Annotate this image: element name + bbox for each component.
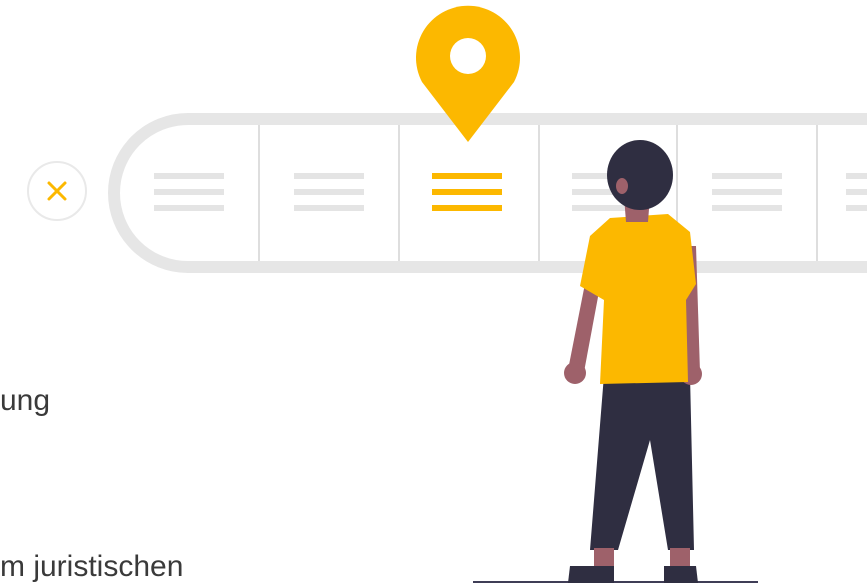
person-shoe-right: [664, 566, 698, 583]
text-fragment-juristischen: m juristischen: [0, 550, 184, 583]
close-button[interactable]: [27, 161, 87, 221]
location-selector-bar: [108, 113, 867, 273]
person-legs: [590, 375, 694, 550]
person-head: [607, 140, 673, 210]
illustration: [27, 5, 867, 583]
person-ear: [616, 178, 628, 194]
person-shoe-left: [568, 566, 614, 583]
text-fragment-ung: ung: [0, 384, 51, 417]
